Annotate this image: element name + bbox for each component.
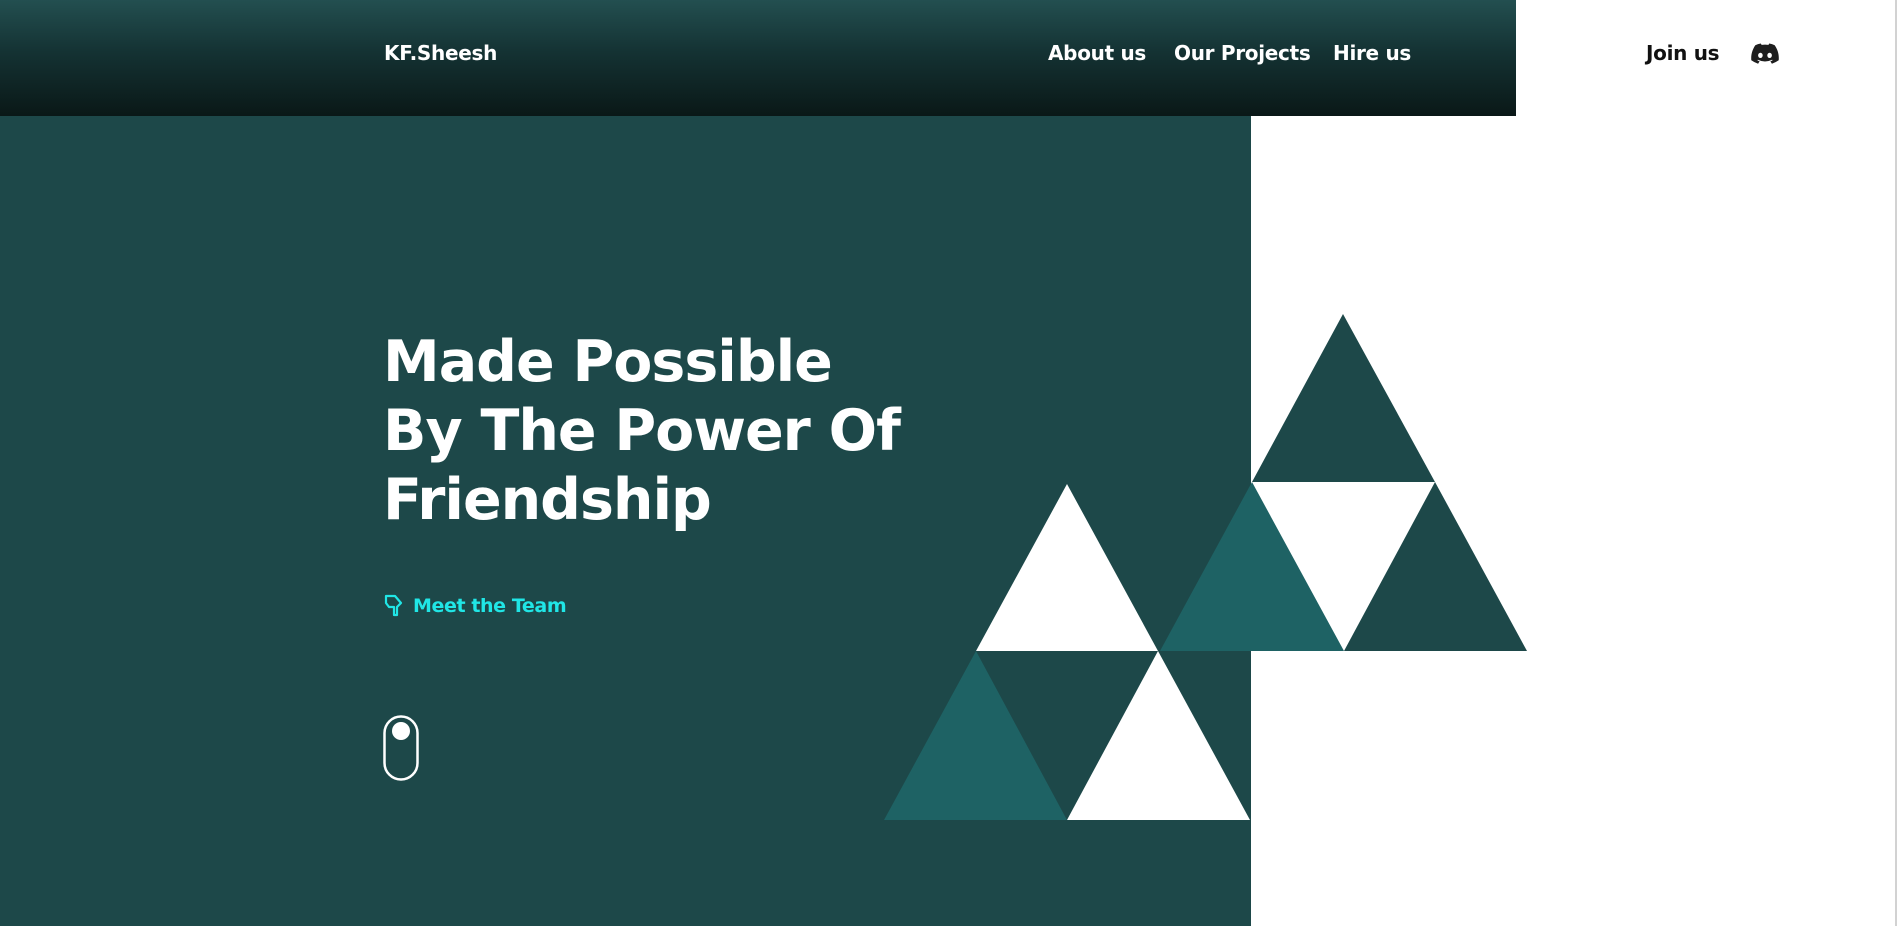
triangle-dark-right [1344, 482, 1527, 651]
brand-logo[interactable]: KF.Sheesh [384, 41, 497, 65]
top-navigation-bar: KF.Sheesh About us Our Projects Hire us [0, 0, 1516, 116]
triangle-white-top-left [976, 484, 1158, 651]
join-us-link[interactable]: Join us [1646, 41, 1720, 65]
headline-line-1: Made Possible [383, 329, 833, 395]
headline-line-3: Friendship [383, 467, 712, 533]
pointing-hand-icon [384, 594, 403, 617]
triangle-white-bottom-right [1067, 651, 1250, 820]
nav-link-hire-us[interactable]: Hire us [1333, 41, 1411, 65]
meet-the-team-link[interactable]: Meet the Team [384, 593, 567, 619]
meet-the-team-label: Meet the Team [413, 595, 567, 617]
triangle-teal-bottom-left [884, 651, 1067, 820]
discord-icon[interactable] [1751, 43, 1779, 65]
mouse-scroll-icon[interactable] [383, 715, 419, 781]
triangle-dark-top [1252, 314, 1435, 482]
hero-headline: Made Possible By The Power Of Friendship [383, 328, 901, 535]
nav-link-about-us[interactable]: About us [1048, 41, 1146, 65]
triangle-teal-middle [1160, 482, 1344, 651]
nav-link-our-projects[interactable]: Our Projects [1174, 41, 1311, 65]
triangle-artwork [884, 314, 1527, 820]
headline-line-2: By The Power Of [383, 398, 901, 464]
